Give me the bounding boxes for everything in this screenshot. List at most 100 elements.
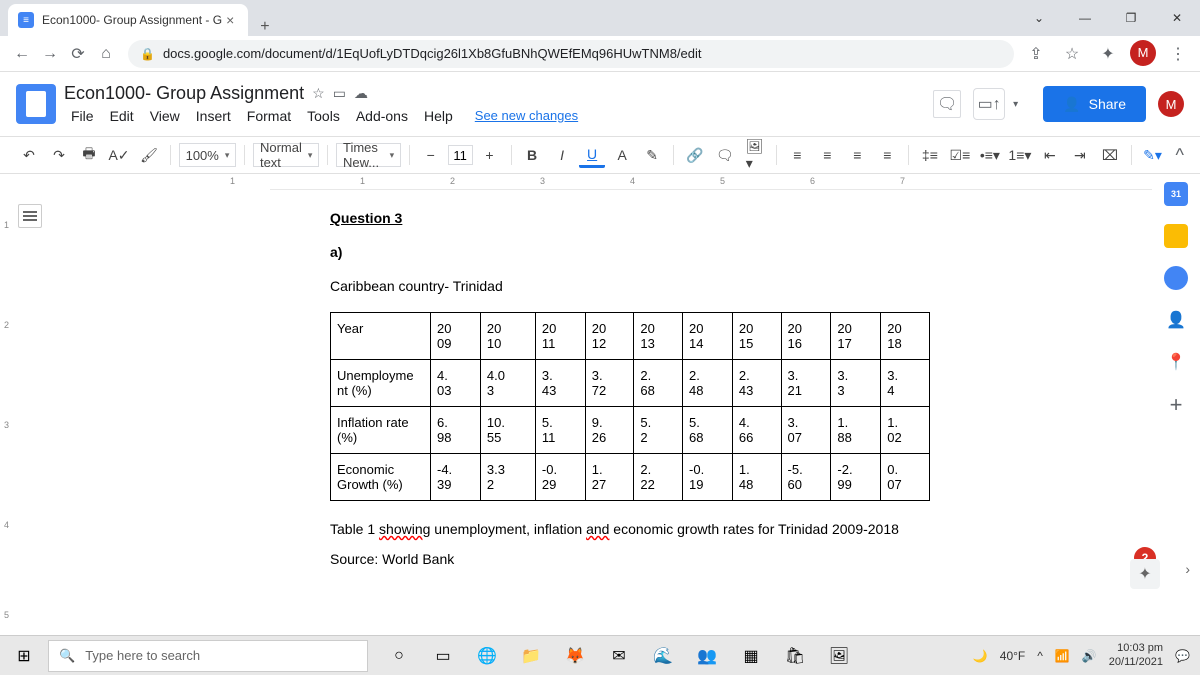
paint-format-button[interactable]: 🖌 <box>136 142 162 168</box>
checklist-button[interactable]: ☑≡ <box>947 142 973 168</box>
cloud-icon[interactable]: ☁ <box>354 85 368 102</box>
number-list-button[interactable]: 1≡▾ <box>1007 142 1033 168</box>
explore-button[interactable]: ✦ <box>1130 559 1160 589</box>
forward-button[interactable]: → <box>36 40 64 68</box>
firefox-app-icon[interactable]: 🦊 <box>554 636 596 676</box>
star-doc-icon[interactable]: ☆ <box>312 85 325 102</box>
app-icon[interactable]: ▦ <box>730 636 772 676</box>
image-button[interactable]: 🖼▾ <box>742 142 768 168</box>
comment-button[interactable]: 🗨 <box>712 142 738 168</box>
account-avatar[interactable]: M <box>1158 91 1184 117</box>
contacts-icon[interactable]: 👤 <box>1164 308 1188 332</box>
maps-icon[interactable]: 📍 <box>1164 350 1188 374</box>
reload-button[interactable]: ⟳ <box>64 40 92 68</box>
task-view-icon[interactable]: ▭ <box>422 636 464 676</box>
profile-avatar[interactable]: M <box>1130 40 1156 66</box>
close-tab-icon[interactable]: × <box>222 12 238 28</box>
highlight-button[interactable]: ✎ <box>639 142 665 168</box>
redo-button[interactable]: ↷ <box>46 142 72 168</box>
tasks-icon[interactable] <box>1164 266 1188 290</box>
print-button[interactable]: 🖶 <box>76 142 102 168</box>
style-select[interactable]: Normal text <box>253 143 319 167</box>
address-bar[interactable]: 🔒 docs.google.com/document/d/1EqUofLyDTD… <box>128 40 1014 68</box>
add-addon-icon[interactable]: + <box>1170 392 1183 418</box>
editing-mode-button[interactable]: ✎▾ <box>1139 142 1165 168</box>
wifi-icon[interactable]: 📶 <box>1055 649 1070 663</box>
comment-history-icon[interactable]: 🗨 <box>933 90 961 118</box>
store-app-icon[interactable]: 🛍 <box>774 636 816 676</box>
start-button[interactable]: ⊞ <box>0 636 48 676</box>
tab-title: Econ1000- Group Assignment - G <box>42 13 222 27</box>
home-button[interactable]: ⌂ <box>92 40 120 68</box>
extension-icon[interactable]: ✦ <box>1094 40 1122 68</box>
teams-app-icon[interactable]: 👥 <box>686 636 728 676</box>
see-new-changes-link[interactable]: See new changes <box>468 106 585 126</box>
present-button[interactable]: ▭↑ <box>973 88 1005 120</box>
spellcheck-button[interactable]: A✓ <box>106 142 132 168</box>
edge-app-icon[interactable]: 🌊 <box>642 636 684 676</box>
weather-icon[interactable]: 🌙 <box>973 649 988 663</box>
underline-button[interactable]: U <box>579 142 605 168</box>
cortana-icon[interactable]: ○ <box>378 636 420 676</box>
decrease-font-button[interactable]: − <box>418 142 444 168</box>
minimize-icon[interactable]: — <box>1062 0 1108 36</box>
align-justify-button[interactable]: ≡ <box>874 142 900 168</box>
arrow-down-icon[interactable]: ⌄ <box>1016 0 1062 36</box>
mail-app-icon[interactable]: ✉ <box>598 636 640 676</box>
move-icon[interactable]: ▭ <box>333 85 346 102</box>
align-left-button[interactable]: ≡ <box>784 142 810 168</box>
menu-file[interactable]: File <box>64 106 101 126</box>
new-tab-button[interactable]: + <box>248 18 281 36</box>
hide-panel-icon[interactable]: › <box>1185 561 1190 577</box>
document-page[interactable]: Question 3 a) Caribbean country- Trinida… <box>270 190 990 597</box>
italic-button[interactable]: I <box>549 142 575 168</box>
temperature[interactable]: 40°F <box>1000 649 1025 663</box>
font-size-input[interactable]: 11 <box>448 145 473 165</box>
chrome-app-icon[interactable]: 🌐 <box>466 636 508 676</box>
collapse-toolbar-icon[interactable]: ^ <box>1175 145 1183 166</box>
docs-logo[interactable] <box>16 84 56 124</box>
menu-addons[interactable]: Add-ons <box>349 106 415 126</box>
share-button[interactable]: 👤 Share <box>1043 86 1146 122</box>
notification-icon[interactable]: 💬 <box>1175 649 1190 663</box>
font-select[interactable]: Times New... <box>336 143 401 167</box>
taskbar-search[interactable]: 🔍 Type here to search <box>48 640 368 672</box>
tray-chevron-icon[interactable]: ^ <box>1037 649 1043 663</box>
align-center-button[interactable]: ≡ <box>814 142 840 168</box>
menu-insert[interactable]: Insert <box>189 106 238 126</box>
menu-help[interactable]: Help <box>417 106 460 126</box>
photos-app-icon[interactable]: 🖼 <box>818 636 860 676</box>
browser-tab[interactable]: ≡ Econ1000- Group Assignment - G × <box>8 4 248 36</box>
table-caption: Table 1 showing unemployment, inflation … <box>330 521 930 537</box>
share-url-icon[interactable]: ⇪ <box>1022 40 1050 68</box>
bold-button[interactable]: B <box>519 142 545 168</box>
increase-font-button[interactable]: + <box>477 142 503 168</box>
outdent-button[interactable]: ⇤ <box>1037 142 1063 168</box>
menu-icon[interactable]: ⋮ <box>1164 40 1192 68</box>
undo-button[interactable]: ↶ <box>16 142 42 168</box>
bullet-list-button[interactable]: •≡▾ <box>977 142 1003 168</box>
indent-button[interactable]: ⇥ <box>1067 142 1093 168</box>
clock[interactable]: 10:03 pm 20/11/2021 <box>1109 642 1163 668</box>
sound-icon[interactable]: 🔊 <box>1082 649 1097 663</box>
link-button[interactable]: 🔗 <box>682 142 708 168</box>
document-title[interactable]: Econ1000- Group Assignment <box>64 83 304 104</box>
windows-taskbar: ⊞ 🔍 Type here to search ○ ▭ 🌐 📁 🦊 ✉ 🌊 👥 … <box>0 635 1200 675</box>
menu-format[interactable]: Format <box>240 106 298 126</box>
keep-icon[interactable] <box>1164 224 1188 248</box>
zoom-select[interactable]: 100% <box>179 143 237 167</box>
text-color-button[interactable]: A <box>609 142 635 168</box>
outline-icon[interactable] <box>18 204 42 228</box>
explorer-app-icon[interactable]: 📁 <box>510 636 552 676</box>
back-button[interactable]: ← <box>8 40 36 68</box>
close-window-icon[interactable]: ✕ <box>1154 0 1200 36</box>
maximize-icon[interactable]: ❐ <box>1108 0 1154 36</box>
menu-tools[interactable]: Tools <box>300 106 347 126</box>
line-spacing-button[interactable]: ‡≡ <box>917 142 943 168</box>
clear-format-button[interactable]: ⌧ <box>1097 142 1123 168</box>
star-icon[interactable]: ☆ <box>1058 40 1086 68</box>
menu-edit[interactable]: Edit <box>103 106 141 126</box>
calendar-icon[interactable]: 31 <box>1164 182 1188 206</box>
align-right-button[interactable]: ≡ <box>844 142 870 168</box>
menu-view[interactable]: View <box>143 106 187 126</box>
